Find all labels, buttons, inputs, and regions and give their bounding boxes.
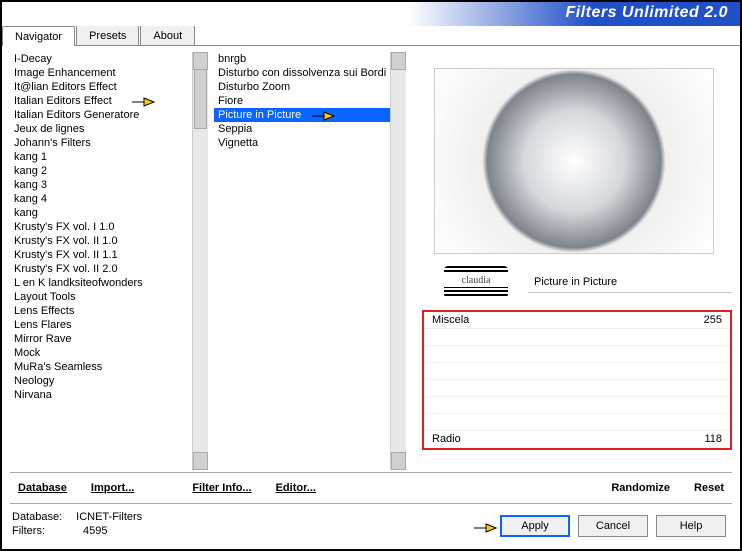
- apply-label: Apply: [521, 520, 549, 532]
- db-label: Database:: [12, 510, 62, 524]
- category-item[interactable]: kang: [10, 206, 192, 220]
- separator: [10, 503, 732, 504]
- filters-list[interactable]: bnrgbDisturbo con dissolvenza sui BordiD…: [214, 52, 390, 470]
- import-button[interactable]: Import...: [85, 479, 140, 497]
- app-title: Filters Unlimited 2.0: [565, 4, 728, 22]
- filter-name-label: Picture in Picture: [528, 272, 732, 293]
- brand-logo: [444, 266, 508, 298]
- scrollbar-thumb[interactable]: [194, 69, 207, 129]
- category-item[interactable]: Krusty's FX vol. I 1.0: [10, 220, 192, 234]
- param-value: 255: [704, 314, 722, 326]
- editor-button[interactable]: Editor...: [270, 479, 322, 497]
- filter-item[interactable]: Fiore: [214, 94, 390, 108]
- category-item[interactable]: I-Decay: [10, 52, 192, 66]
- param-row[interactable]: Miscela 255: [424, 312, 730, 329]
- params-box: Miscela 255 Radio 118: [422, 310, 732, 450]
- separator: [10, 472, 732, 473]
- param-row[interactable]: [424, 363, 730, 380]
- category-item[interactable]: Krusty's FX vol. II 2.0: [10, 262, 192, 276]
- param-row[interactable]: [424, 414, 730, 431]
- category-item[interactable]: kang 1: [10, 150, 192, 164]
- cancel-button[interactable]: Cancel: [578, 515, 648, 537]
- pointer-hand-icon: [472, 519, 498, 537]
- param-row[interactable]: [424, 397, 730, 414]
- filter-item[interactable]: Picture in Picture: [214, 108, 390, 122]
- filters-column: bnrgbDisturbo con dissolvenza sui BordiD…: [214, 52, 406, 470]
- categories-list[interactable]: I-DecayImage EnhancementIt@lian Editors …: [10, 52, 192, 470]
- category-item[interactable]: Image Enhancement: [10, 66, 192, 80]
- right-column: Picture in Picture Miscela 255 Radio 118: [416, 52, 732, 470]
- param-row[interactable]: [424, 329, 730, 346]
- filter-item[interactable]: Seppia: [214, 122, 390, 136]
- filters-scrollbar[interactable]: [390, 52, 406, 470]
- tabs: Navigator Presets About: [2, 25, 740, 46]
- param-label: Radio: [432, 433, 461, 446]
- titlebar: Filters Unlimited 2.0: [2, 2, 740, 26]
- param-value: 118: [704, 433, 722, 446]
- filter-info-button[interactable]: Filter Info...: [186, 479, 257, 497]
- category-item[interactable]: Lens Flares: [10, 318, 192, 332]
- filter-item[interactable]: bnrgb: [214, 52, 390, 66]
- database-button[interactable]: Database: [12, 479, 73, 497]
- param-row[interactable]: Radio 118: [424, 431, 730, 448]
- category-item[interactable]: kang 2: [10, 164, 192, 178]
- filters-count-label: Filters:: [12, 524, 45, 538]
- tab-navigator[interactable]: Navigator: [2, 26, 75, 46]
- bottom-buttons: Apply Cancel Help: [500, 515, 726, 537]
- category-item[interactable]: Italian Editors Generatore: [10, 108, 192, 122]
- category-item[interactable]: Jeux de lignes: [10, 122, 192, 136]
- preview-image: [434, 68, 714, 254]
- filter-item[interactable]: Disturbo Zoom: [214, 80, 390, 94]
- category-item[interactable]: Nirvana: [10, 388, 192, 402]
- categories-scrollbar[interactable]: [192, 52, 208, 470]
- randomize-button[interactable]: Randomize: [605, 479, 676, 497]
- param-row[interactable]: [424, 380, 730, 397]
- category-item[interactable]: Layout Tools: [10, 290, 192, 304]
- reset-button[interactable]: Reset: [688, 479, 730, 497]
- category-item[interactable]: MuRa's Seamless: [10, 360, 192, 374]
- help-button[interactable]: Help: [656, 515, 726, 537]
- category-item[interactable]: Krusty's FX vol. II 1.1: [10, 248, 192, 262]
- db-value: ICNET-Filters: [76, 510, 142, 524]
- filter-item[interactable]: Disturbo con dissolvenza sui Bordi: [214, 66, 390, 80]
- category-item[interactable]: Lens Effects: [10, 304, 192, 318]
- filters-count-value: 4595: [83, 524, 107, 538]
- categories-column: I-DecayImage EnhancementIt@lian Editors …: [10, 52, 208, 470]
- category-item[interactable]: Mock: [10, 346, 192, 360]
- category-item[interactable]: Mirror Rave: [10, 332, 192, 346]
- category-item[interactable]: kang 3: [10, 178, 192, 192]
- category-item[interactable]: Italian Editors Effect: [10, 94, 192, 108]
- category-item[interactable]: Krusty's FX vol. II 1.0: [10, 234, 192, 248]
- logo-row: Picture in Picture: [416, 266, 732, 298]
- category-item[interactable]: kang 4: [10, 192, 192, 206]
- category-item[interactable]: It@lian Editors Effect: [10, 80, 192, 94]
- tab-presets[interactable]: Presets: [76, 25, 139, 45]
- toolbar: Database Import... Filter Info... Editor…: [2, 475, 740, 501]
- param-row[interactable]: [424, 346, 730, 363]
- category-item[interactable]: L en K landksiteofwonders: [10, 276, 192, 290]
- category-item[interactable]: Neology: [10, 374, 192, 388]
- param-label: Miscela: [432, 314, 469, 326]
- main-panel: I-DecayImage EnhancementIt@lian Editors …: [2, 46, 740, 470]
- filter-item[interactable]: Vignetta: [214, 136, 390, 150]
- apply-button[interactable]: Apply: [500, 515, 570, 537]
- tab-about[interactable]: About: [140, 25, 195, 45]
- category-item[interactable]: Johann's Filters: [10, 136, 192, 150]
